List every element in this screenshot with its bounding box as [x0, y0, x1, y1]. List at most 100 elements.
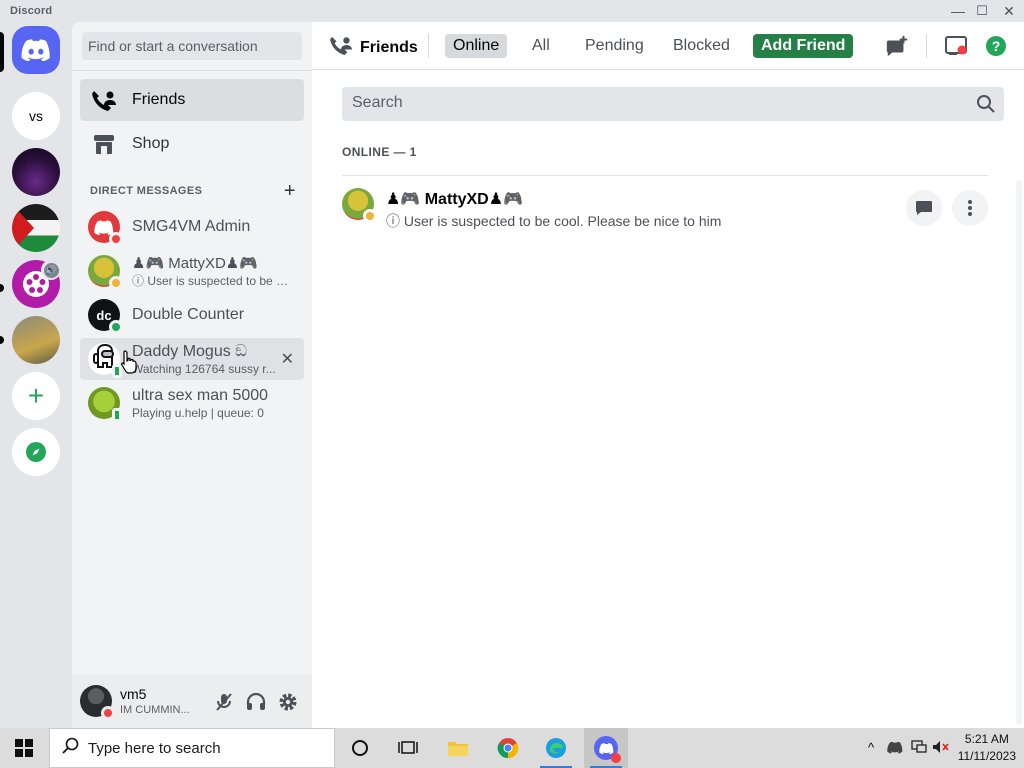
dm-item-mattyxd[interactable]: ♟🎮 MattyXD♟🎮 ⓘ User is suspected to be c…	[80, 250, 304, 292]
dm-name: Daddy Mogus ඞ	[132, 342, 248, 360]
topbar-divider	[428, 34, 429, 58]
muted-mic-icon	[216, 693, 232, 711]
idle-status-icon	[109, 276, 123, 290]
server-anime[interactable]	[12, 316, 60, 364]
edge-icon	[546, 738, 566, 758]
search-icon	[976, 94, 996, 119]
flag-triangle-icon	[12, 204, 34, 252]
volume-muted-icon[interactable]	[932, 738, 950, 756]
friends-topbar: Friends Online All Pending Blocked Add F…	[312, 22, 1024, 70]
dm-item-smg4vm-admin[interactable]: SMG4VM Admin	[80, 206, 304, 248]
tab-pending[interactable]: Pending	[577, 34, 652, 58]
message-button[interactable]	[906, 190, 942, 226]
find-conversation-input[interactable]: Find or start a conversation	[82, 32, 302, 60]
friend-row[interactable]: ♟🎮 MattyXD♟🎮 ⓘ User is suspected to be c…	[342, 182, 990, 234]
file-explorer-button[interactable]	[436, 728, 480, 768]
discord-logo-icon	[94, 219, 114, 235]
deafen-button[interactable]	[245, 691, 267, 713]
help-button[interactable]: ?	[984, 34, 1008, 58]
discord-logo-icon	[21, 39, 50, 61]
dnd-status-icon	[109, 232, 123, 246]
edge-button[interactable]	[534, 728, 578, 768]
server-flag[interactable]	[12, 204, 60, 252]
gear-icon	[279, 693, 297, 711]
nav-friends[interactable]: Friends	[80, 79, 304, 121]
taskbar-search-input[interactable]: Type here to search	[49, 728, 335, 768]
friends-search-input[interactable]: Search	[342, 87, 1004, 121]
avatar: dc	[88, 299, 123, 334]
explore-button[interactable]	[12, 428, 60, 476]
nav-shop[interactable]: Shop	[80, 123, 304, 165]
dm-item-daddy-mogus[interactable]: Daddy Mogus ඞ Watching 126764 sussy r...…	[80, 338, 304, 380]
app-title: Discord	[10, 5, 53, 17]
server-vs[interactable]: vs	[12, 92, 60, 140]
avatar	[88, 343, 122, 378]
server-dark[interactable]	[12, 148, 60, 196]
more-options-button[interactable]	[952, 190, 988, 226]
new-group-dm-button[interactable]	[885, 34, 909, 58]
clock-date: 11/11/2023	[957, 749, 1016, 763]
inbox-button[interactable]	[944, 34, 968, 58]
headphones-icon	[246, 693, 266, 710]
mobile-status-icon	[112, 408, 122, 422]
divider	[72, 70, 312, 71]
dm-subtext: Playing u.help | queue: 0	[132, 405, 264, 420]
unread-indicator	[0, 284, 4, 292]
inbox-icon	[945, 36, 967, 55]
title-bar: Discord — ☐ ✕	[0, 0, 1024, 22]
selected-indicator	[0, 32, 4, 72]
dm-subtext: ⓘ User is suspected to be co...	[132, 273, 294, 288]
scrollbar[interactable]	[1016, 180, 1022, 725]
tab-all[interactable]: All	[524, 34, 558, 58]
discord-tray-icon[interactable]	[886, 738, 904, 756]
speaker-badge: 🔊	[41, 260, 61, 280]
mute-mic-button[interactable]	[213, 691, 235, 713]
cortana-button[interactable]	[338, 728, 382, 768]
more-vertical-icon	[968, 200, 972, 216]
online-count-header: ONLINE — 1	[342, 145, 417, 159]
dm-name: ultra sex man 5000	[132, 386, 269, 404]
server-vs-label: vs	[29, 108, 43, 124]
dm-sidebar: Find or start a conversation Friends Sho…	[72, 22, 312, 728]
user-avatar[interactable]	[80, 685, 115, 720]
chrome-button[interactable]	[486, 728, 530, 768]
help-icon: ?	[986, 36, 1006, 56]
user-settings-button[interactable]	[277, 691, 299, 713]
task-view-icon	[398, 741, 418, 754]
discord-taskbar-button[interactable]	[584, 728, 628, 768]
avatar	[88, 211, 123, 246]
dm-item-ultra-sex-man[interactable]: ultra sex man 5000 Playing u.help | queu…	[80, 382, 304, 424]
friends-icon	[330, 35, 352, 60]
minimize-button[interactable]: —	[945, 2, 971, 20]
windows-logo-icon	[15, 739, 33, 757]
main-content: Friends Online All Pending Blocked Add F…	[312, 22, 1024, 728]
taskbar: Type here to search ^ 5:21 AM 11/11/2023	[0, 728, 1024, 768]
add-friend-button[interactable]: Add Friend	[753, 34, 854, 58]
message-icon	[916, 201, 932, 215]
clock-time: 5:21 AM	[964, 732, 1009, 746]
close-window-button[interactable]: ✕	[996, 2, 1022, 20]
maximize-button[interactable]: ☐	[969, 2, 995, 20]
dm-name: ♟🎮 MattyXD♟🎮	[132, 254, 258, 272]
start-button[interactable]	[2, 728, 46, 768]
network-icon[interactable]	[910, 738, 928, 756]
search-icon	[62, 737, 80, 759]
add-server-button[interactable]: +	[12, 372, 60, 420]
friend-name: ♟🎮 MattyXD♟🎮	[386, 191, 523, 208]
username: vm5	[120, 686, 147, 702]
home-button[interactable]	[12, 26, 60, 74]
create-dm-button[interactable]: +	[284, 181, 296, 201]
tab-online[interactable]: Online	[445, 34, 508, 58]
task-view-button[interactable]	[386, 728, 430, 768]
close-dm-button[interactable]: ✕	[281, 349, 294, 369]
system-clock[interactable]: 5:21 AM 11/11/2023	[958, 731, 1016, 765]
tab-blocked[interactable]: Blocked	[665, 34, 738, 58]
tray-overflow-icon[interactable]: ^	[862, 738, 880, 756]
divider	[342, 175, 988, 176]
online-status-icon	[109, 320, 123, 334]
dm-subtext: Watching 126764 sussy r...	[132, 361, 276, 376]
dnd-status-icon	[101, 706, 115, 720]
friends-icon	[92, 88, 116, 112]
dm-item-double-counter[interactable]: dc Double Counter	[80, 294, 304, 336]
dc-logo-icon: dc	[96, 307, 112, 323]
